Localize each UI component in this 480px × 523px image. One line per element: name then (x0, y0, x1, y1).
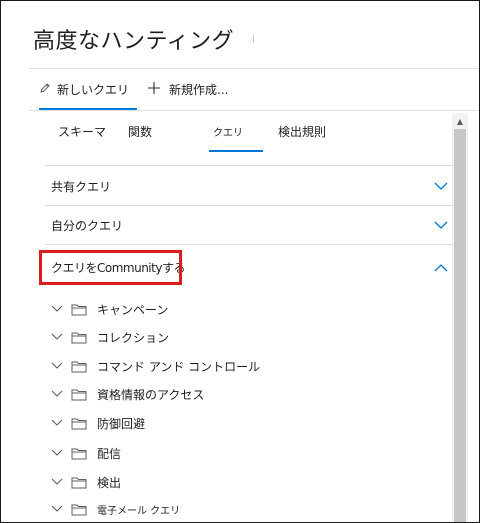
folder-label: 資格情報のアクセス (97, 387, 205, 402)
folder-label: コマンド アンド コントロール (97, 359, 261, 374)
folder-icon (71, 358, 89, 374)
chevron-down-icon[interactable] (431, 176, 451, 196)
folder-item[interactable]: 資格情報のアクセス (49, 382, 204, 406)
tab-schema[interactable]: スキーマ (58, 123, 106, 140)
folder-item[interactable]: キャンペーン (49, 297, 168, 321)
chevron-down-icon[interactable] (49, 474, 65, 490)
folder-icon (71, 301, 89, 317)
chevron-up-icon[interactable] (431, 257, 451, 277)
command-bar: 新しいクエリ 新規作成... (1, 69, 479, 111)
vertical-scrollbar[interactable]: ▲ (452, 113, 468, 522)
chevron-down-icon[interactable] (49, 445, 65, 461)
section-separator (45, 165, 453, 166)
chevron-down-icon[interactable] (49, 329, 65, 345)
page-title: 高度なハンティング (33, 29, 235, 54)
folder-item[interactable]: 検出 (49, 470, 121, 494)
folder-label: 検出 (97, 475, 122, 490)
command-bar-separator (29, 110, 479, 111)
folder-icon (71, 329, 89, 345)
pencil-icon (39, 82, 51, 97)
chevron-down-icon[interactable] (49, 501, 65, 517)
scroll-up-icon[interactable]: ▲ (452, 117, 468, 127)
plus-icon (147, 79, 161, 100)
chevron-down-icon[interactable] (49, 386, 65, 402)
chevron-down-icon[interactable] (49, 415, 65, 431)
folder-icon (71, 501, 89, 517)
section-separator (45, 244, 453, 245)
app-window: 高度なハンティング 新しいクエリ 新規作成... スキーマ 関数 クエリ 検出規… (0, 0, 480, 523)
folder-item[interactable]: 防御回避 (49, 411, 145, 435)
tab-functions[interactable]: 関数 (128, 123, 152, 140)
scrollbar-thumb[interactable] (454, 129, 466, 522)
section-shared-queries[interactable]: 共有クエリ (45, 167, 453, 205)
folder-label: 防御回避 (97, 416, 146, 431)
highlight-box (39, 250, 182, 285)
tab-detection-rules[interactable]: 検出規則 (278, 123, 326, 140)
new-query-label: 新しいクエリ (57, 82, 130, 97)
title-divider (253, 35, 254, 43)
folder-label: 配信 (97, 446, 122, 461)
folder-item[interactable]: コレクション (49, 325, 169, 349)
folder-label: コレクション (97, 330, 170, 345)
folder-label: 電子メール クエリ (97, 505, 181, 517)
chevron-down-icon[interactable] (49, 358, 65, 374)
tab-queries[interactable]: クエリ (209, 124, 263, 152)
section-label: 共有クエリ (51, 179, 112, 194)
folder-label: キャンペーン (97, 302, 169, 317)
folder-icon (71, 386, 89, 402)
chevron-down-icon[interactable] (49, 301, 65, 317)
folder-icon (71, 474, 89, 490)
folder-icon (71, 415, 89, 431)
new-query-button[interactable]: 新しいクエリ (39, 69, 138, 110)
folder-item[interactable]: コマンド アンド コントロール (49, 354, 260, 378)
folder-item[interactable]: 配信 (49, 441, 121, 465)
create-new-label: 新規作成... (169, 82, 229, 97)
folder-item[interactable]: 電子メール クエリ (49, 497, 180, 521)
tab-bar: スキーマ 関数 クエリ 検出規則 (1, 113, 479, 153)
section-label: 自分のクエリ (51, 218, 124, 233)
create-new-button[interactable]: 新規作成... (147, 69, 228, 109)
section-my-queries[interactable]: 自分のクエリ (45, 206, 453, 244)
chevron-down-icon[interactable] (431, 215, 451, 235)
folder-icon (71, 445, 89, 461)
